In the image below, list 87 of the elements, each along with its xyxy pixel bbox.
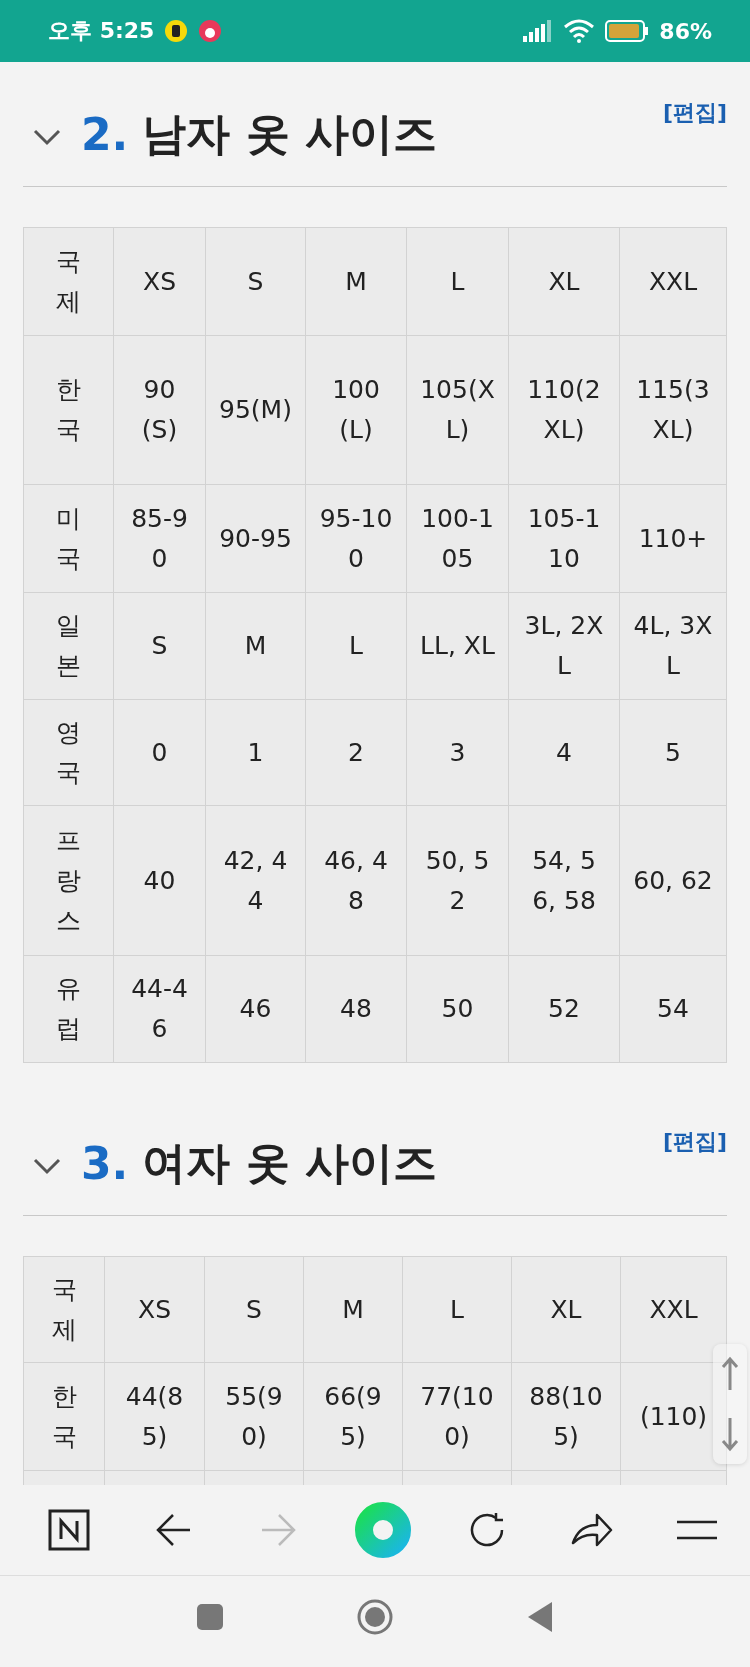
table-cell: 90-95 bbox=[205, 484, 306, 593]
chevron-down-icon[interactable] bbox=[33, 1157, 61, 1175]
table-cell: 50 bbox=[406, 955, 509, 1063]
table-cell: 3 bbox=[406, 699, 509, 806]
table-cell: 국제 bbox=[23, 1256, 105, 1363]
table-cell: (110) bbox=[620, 1362, 727, 1471]
table-cell: 95-100 bbox=[305, 484, 407, 593]
section-number: 2. bbox=[81, 108, 129, 160]
table-cell: 110(2XL) bbox=[508, 335, 620, 485]
notification-icon bbox=[164, 19, 189, 43]
table-cell: 일본 bbox=[23, 592, 114, 700]
menu-icon bbox=[675, 1519, 718, 1541]
table-cell: 110+ bbox=[619, 484, 727, 593]
table-cell: 한국 bbox=[23, 335, 114, 485]
table-cell: 48 bbox=[305, 955, 407, 1063]
section-number: 3. bbox=[81, 1137, 129, 1189]
table-cell: XL bbox=[511, 1256, 621, 1363]
edit-link[interactable]: [편집] bbox=[662, 98, 727, 128]
table-cell: 100-105 bbox=[406, 484, 509, 593]
table-cell: 46, 48 bbox=[305, 805, 407, 956]
table-cell: XXL bbox=[619, 227, 727, 336]
table-cell: 한국 bbox=[23, 1362, 105, 1471]
ring-icon bbox=[354, 1502, 411, 1558]
table-cell: 85-90 bbox=[113, 484, 206, 593]
table-cell: 40 bbox=[113, 805, 206, 956]
table-cell: 90(S) bbox=[113, 335, 206, 485]
table-cell: S bbox=[113, 592, 206, 700]
section-title: 남자 옷 사이즈 bbox=[142, 106, 437, 161]
table-cell: 100(L) bbox=[305, 335, 407, 485]
table-cell: 55(90) bbox=[204, 1362, 304, 1471]
table-cell: M bbox=[305, 227, 407, 336]
table-cell: 54 bbox=[619, 955, 727, 1063]
table-cell: 95(M) bbox=[205, 335, 306, 485]
app-notification-icon bbox=[198, 19, 223, 43]
table-cell: 50, 52 bbox=[406, 805, 509, 956]
edit-link[interactable]: [편집] bbox=[662, 1127, 727, 1157]
table-cell: M bbox=[303, 1256, 403, 1363]
recent-apps-button[interactable] bbox=[195, 1601, 225, 1632]
table-cell: 유럽 bbox=[23, 955, 114, 1063]
table-cell: 105-110 bbox=[508, 484, 620, 593]
table-cell: S bbox=[205, 227, 306, 336]
n-logo-icon bbox=[48, 1509, 90, 1551]
table-cell: XS bbox=[104, 1256, 205, 1363]
battery-percent: 86% bbox=[659, 18, 712, 44]
arrow-down-icon bbox=[720, 1416, 740, 1452]
share-arrow-icon bbox=[571, 1511, 614, 1549]
table-cell: 국제 bbox=[23, 227, 114, 336]
status-time: 오후 5:25 bbox=[48, 17, 155, 45]
signal-icon bbox=[523, 20, 554, 42]
table-cell: 54, 56, 58 bbox=[508, 805, 620, 956]
forward-arrow-icon bbox=[260, 1513, 297, 1547]
table-cell: L bbox=[402, 1256, 512, 1363]
table-cell: 0 bbox=[113, 699, 206, 806]
table-cell: 5 bbox=[619, 699, 727, 806]
table-cell: 4L, 3XL bbox=[619, 592, 727, 700]
back-arrow-icon bbox=[155, 1513, 192, 1547]
table-cell: XL bbox=[508, 227, 620, 336]
table-cell: 4 bbox=[508, 699, 620, 806]
table-cell: 115(3XL) bbox=[619, 335, 727, 485]
table-cell: 3L, 2XL bbox=[508, 592, 620, 700]
table-cell: 44-46 bbox=[113, 955, 206, 1063]
table-cell: 77(100) bbox=[402, 1362, 512, 1471]
table-cell: XXL bbox=[620, 1256, 727, 1363]
table-cell: 미국 bbox=[23, 484, 114, 593]
chevron-down-icon[interactable] bbox=[33, 128, 61, 146]
table-cell: S bbox=[204, 1256, 304, 1363]
table-cell: L bbox=[406, 227, 509, 336]
table-cell: 영국 bbox=[23, 699, 114, 806]
table-cell: 42, 44 bbox=[205, 805, 306, 956]
table-cell: 88(105) bbox=[511, 1362, 621, 1471]
table-cell: 1 bbox=[205, 699, 306, 806]
table-cell: L bbox=[305, 592, 407, 700]
table-cell: M bbox=[205, 592, 306, 700]
table-cell: 프랑스 bbox=[23, 805, 114, 956]
table-cell: 52 bbox=[508, 955, 620, 1063]
table-cell: 46 bbox=[205, 955, 306, 1063]
table-cell: 44(85) bbox=[104, 1362, 205, 1471]
table-cell: 60, 62 bbox=[619, 805, 727, 956]
table-cell: LL, XL bbox=[406, 592, 509, 700]
table-cell: 2 bbox=[305, 699, 407, 806]
battery-icon bbox=[605, 20, 650, 42]
section-title: 여자 옷 사이즈 bbox=[142, 1135, 437, 1190]
table-cell: 66(95) bbox=[303, 1362, 403, 1471]
wifi-icon bbox=[563, 19, 596, 43]
arrow-up-icon bbox=[720, 1356, 740, 1392]
table-cell: XS bbox=[113, 227, 206, 336]
table-cell: 105(XL) bbox=[406, 335, 509, 485]
